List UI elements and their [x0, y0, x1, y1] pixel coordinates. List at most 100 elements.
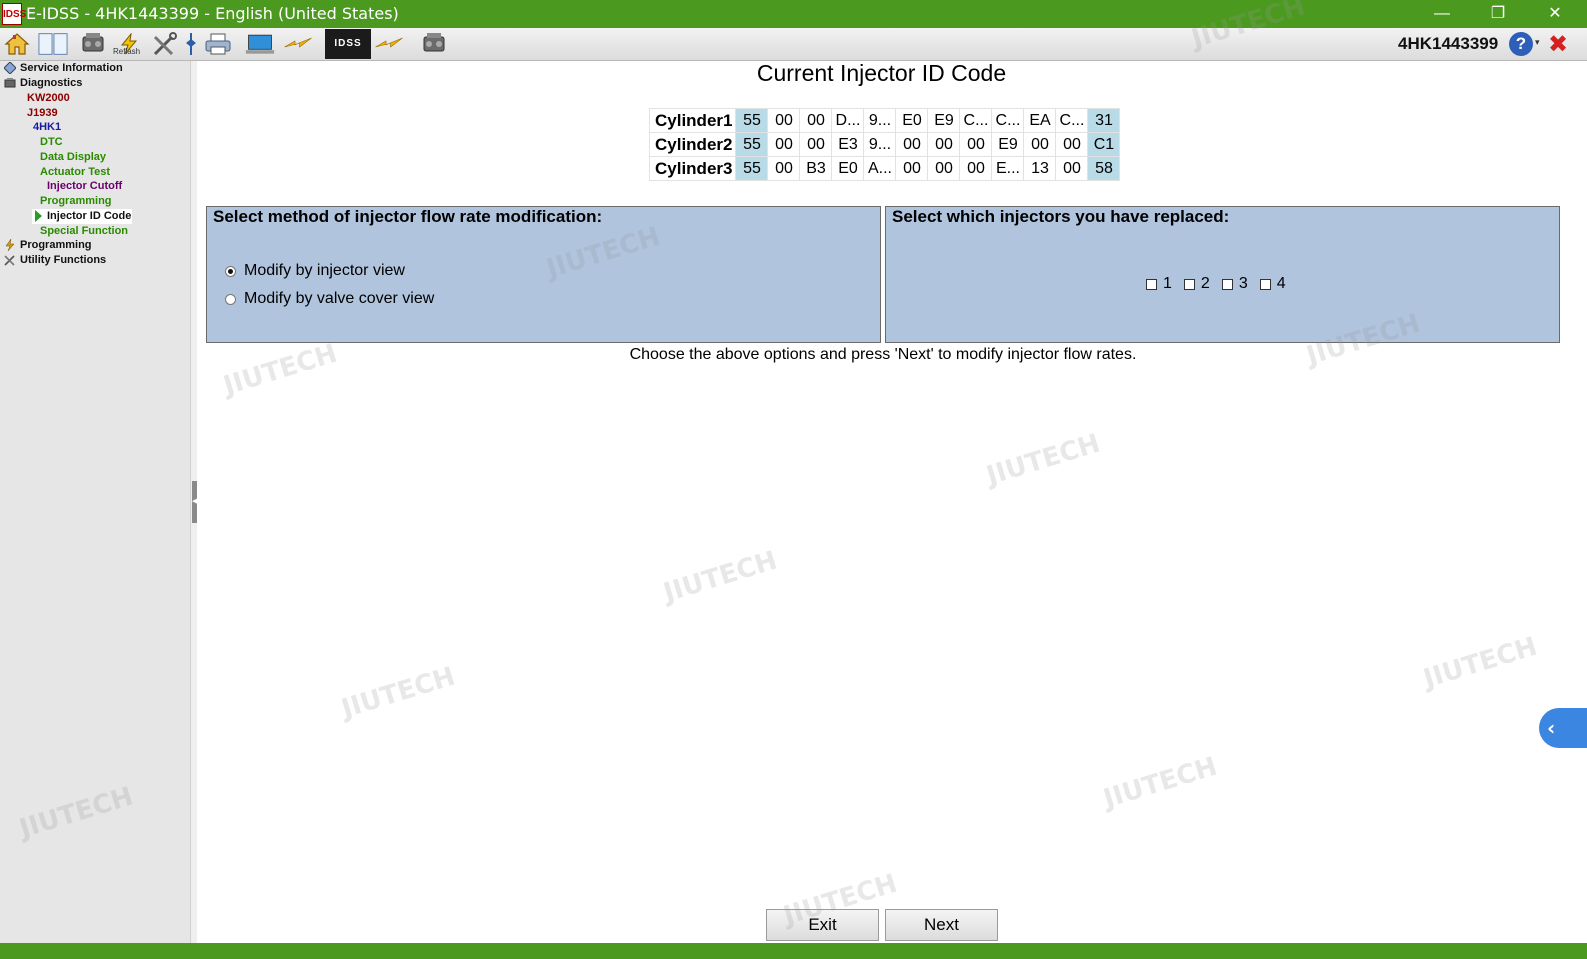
programming-icon: [4, 238, 16, 252]
code-cell: E0: [831, 156, 865, 181]
pin-icon[interactable]: [176, 30, 206, 58]
chevron-left-icon[interactable]: ‹: [1539, 708, 1587, 748]
code-cell: E0: [895, 108, 929, 133]
injector-checkbox-3[interactable]: 3: [1221, 275, 1248, 293]
radio-valve-cover-view[interactable]: Modify by valve cover view: [225, 289, 434, 309]
code-cell: 00: [1023, 132, 1057, 157]
radio-button[interactable]: [225, 293, 236, 305]
close-button[interactable]: ✕: [1527, 0, 1583, 28]
lightning-icon[interactable]: [283, 30, 313, 58]
toolbar: Reflash IDSS 4HK1443399 ? ▾ ✖: [0, 28, 1587, 61]
code-cell: 00: [927, 132, 961, 157]
radio-injector-view[interactable]: Modify by injector view: [225, 261, 405, 281]
code-cell: 00: [959, 156, 993, 181]
code-cell: 00: [1055, 156, 1089, 181]
sidebar-splitter[interactable]: ◀: [190, 61, 197, 943]
injector-checkbox-2[interactable]: 2: [1183, 275, 1210, 293]
tree-item-label: Service Information: [20, 62, 123, 74]
close-app-icon[interactable]: ✖: [1546, 31, 1570, 57]
tree-item-injector-cutoff[interactable]: Injector Cutoff: [47, 179, 122, 194]
code-cell: 00: [799, 108, 833, 133]
tree-item-special-function[interactable]: Special Function: [40, 224, 128, 239]
book-icon[interactable]: [38, 30, 68, 58]
navigation-tree: Service Information Diagnostics KW2000 J…: [0, 61, 190, 943]
code-cell: E...: [991, 156, 1025, 181]
radio-label: Modify by injector view: [244, 262, 405, 279]
injector-checkbox-4[interactable]: 4: [1259, 275, 1286, 293]
code-cell: C...: [959, 108, 993, 133]
code-cell: 00: [959, 132, 993, 157]
instruction-text: Choose the above options and press 'Next…: [629, 346, 1137, 363]
tree-item-programming[interactable]: Programming: [40, 194, 112, 209]
code-cell: 00: [799, 132, 833, 157]
tree-item-injector-id-code[interactable]: Injector ID Code: [32, 209, 132, 224]
exit-button[interactable]: Exit: [766, 909, 879, 941]
engine-icon[interactable]: [419, 30, 449, 58]
code-cell: 58: [1087, 156, 1121, 181]
tree-item-actuator-test[interactable]: Actuator Test: [40, 165, 110, 180]
page-title: Current Injector ID Code: [756, 60, 1007, 86]
tree-item-label: Injector ID Code: [47, 210, 132, 222]
watermark: JIUTECH: [660, 545, 781, 609]
checkbox[interactable]: [1146, 278, 1157, 290]
maximize-button[interactable]: ❐: [1470, 0, 1526, 28]
tree-item-j1939[interactable]: J1939: [27, 106, 58, 121]
watermark: JIUTECH: [983, 428, 1104, 492]
help-icon[interactable]: ?: [1509, 32, 1533, 56]
lightning-icon[interactable]: [374, 30, 404, 58]
code-cell: 9...: [863, 108, 897, 133]
cylinder-label: Cylinder3: [648, 156, 737, 181]
checkbox[interactable]: [1259, 278, 1271, 290]
tree-item-kw2000[interactable]: KW2000: [27, 91, 70, 106]
code-cell: 13: [1023, 156, 1057, 181]
code-cell: 31: [1087, 108, 1121, 133]
radio-button[interactable]: [225, 265, 236, 277]
title-bar: IDSS E-IDSS - 4HK1443399 - English (Unit…: [0, 0, 1587, 28]
code-cell: 55: [735, 156, 769, 181]
app-icon: IDSS: [2, 3, 26, 25]
cylinder-label: Cylinder2: [648, 132, 737, 157]
tree-item-label: Utility Functions: [20, 254, 107, 266]
checkbox-label: 2: [1200, 275, 1210, 292]
checkbox-label: 3: [1238, 275, 1248, 292]
code-cell: EA: [1023, 108, 1057, 133]
watermark: JIUTECH: [1420, 631, 1541, 695]
tree-item-dtc[interactable]: DTC: [40, 135, 63, 150]
code-cell: 00: [927, 156, 961, 181]
code-cell: D...: [831, 108, 865, 133]
collapse-handle[interactable]: ◀: [192, 481, 197, 523]
window-title: E-IDSS - 4HK1443399 - English (United St…: [26, 4, 399, 23]
code-cell: A...: [863, 156, 897, 181]
engine-icon[interactable]: [78, 30, 108, 58]
expand-arrow-icon: [32, 210, 44, 222]
tree-item-4hk1[interactable]: 4HK1: [33, 120, 61, 135]
checkbox[interactable]: [1221, 278, 1233, 290]
checkbox-label: 1: [1163, 275, 1172, 292]
minimize-button[interactable]: —: [1414, 0, 1470, 28]
home-icon[interactable]: [2, 30, 32, 58]
laptop-icon[interactable]: [245, 30, 275, 58]
printer-icon[interactable]: [203, 30, 233, 58]
chevron-down-icon[interactable]: ▾: [1535, 37, 1540, 48]
ids-logo[interactable]: IDSS: [325, 29, 371, 59]
code-cell: B3: [799, 156, 833, 181]
code-cell: 00: [767, 156, 801, 181]
injector-checkbox-1[interactable]: 1: [1146, 275, 1172, 293]
code-cell: E3: [831, 132, 865, 157]
cylinder-label: Cylinder1: [648, 108, 737, 133]
tree-item-data-display[interactable]: Data Display: [40, 150, 106, 165]
tree-item-label: Diagnostics: [20, 77, 83, 89]
engine-icon: [4, 77, 16, 89]
next-button[interactable]: Next: [885, 909, 998, 941]
code-cell: 00: [767, 132, 801, 157]
code-cell: 00: [895, 132, 929, 157]
vin-label: 4HK1443399: [1398, 34, 1499, 53]
code-cell: 00: [895, 156, 929, 181]
tree-item-label: Programming: [20, 239, 92, 251]
code-cell: C1: [1087, 132, 1121, 157]
diamond-icon: [3, 61, 17, 75]
code-cell: E9: [927, 108, 961, 133]
table-row: Cylinder1 55 00 00 D... 9... E0 E9 C... …: [648, 108, 1121, 133]
modification-method-panel: Select method of injector flow rate modi…: [206, 206, 881, 343]
checkbox[interactable]: [1183, 278, 1195, 290]
